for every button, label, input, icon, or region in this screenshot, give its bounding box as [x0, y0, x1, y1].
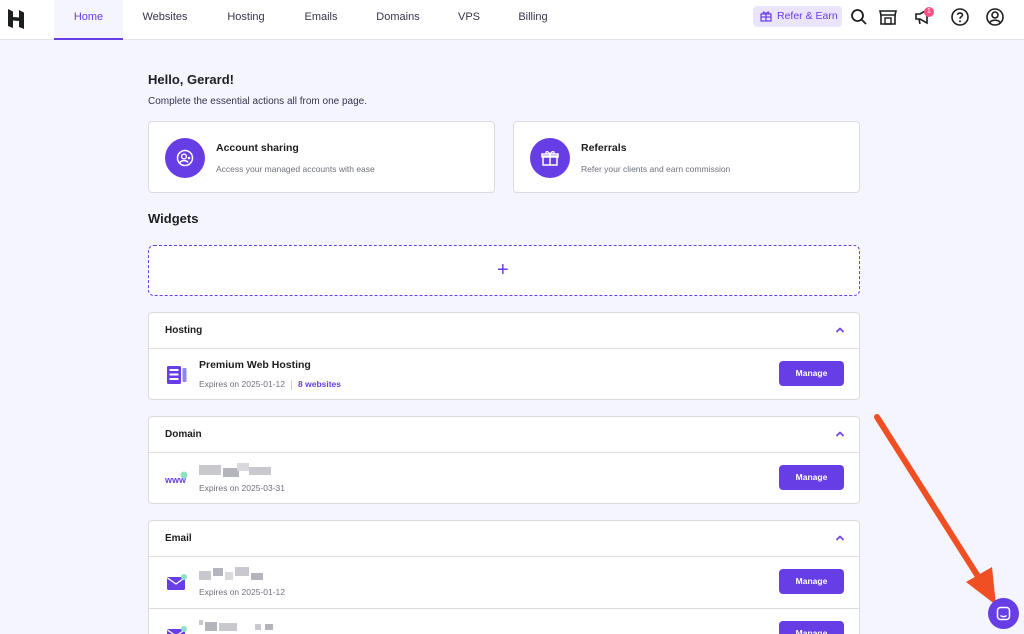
domain-expiry: Expires on 2025-03-31: [199, 483, 286, 493]
redacted-domain-name: [199, 463, 274, 477]
hosting-widget-header[interactable]: Hosting: [149, 313, 859, 349]
tab-hosting[interactable]: Hosting: [220, 0, 272, 40]
page-title: Hello, Gerard!: [148, 72, 234, 87]
annotation-arrow: [874, 414, 996, 605]
refer-and-earn-button[interactable]: Refer & Earn: [753, 6, 842, 27]
chevron-up-icon[interactable]: [835, 326, 845, 334]
hosting-widget-title: Hosting: [165, 325, 203, 336]
tab-billing[interactable]: Billing: [512, 0, 554, 40]
email-envelope-icon: [167, 574, 187, 590]
account-sharing-icon: [176, 149, 194, 167]
plus-icon: +: [497, 259, 509, 281]
email-envelope-icon: [167, 626, 187, 634]
help-icon[interactable]: [949, 6, 971, 28]
email-widget: Email Expires on 2025-01-12 Manage Manag…: [148, 520, 860, 634]
gift-icon: [541, 151, 559, 166]
tab-domains[interactable]: Domains: [369, 0, 427, 40]
email-widget-title: Email: [165, 533, 192, 544]
manage-email-button[interactable]: Manage: [779, 569, 844, 594]
page-subtitle: Complete the essential actions all from …: [148, 96, 368, 107]
top-navigation: Home Websites Hosting Emails Domains VPS…: [0, 0, 1024, 40]
email-row: Expires on 2025-01-12 Manage: [149, 557, 859, 608]
www-icon: www: [165, 471, 188, 485]
hostinger-logo[interactable]: [6, 8, 26, 30]
tab-websites[interactable]: Websites: [135, 0, 195, 40]
search-icon[interactable]: [848, 6, 870, 28]
widgets-heading: Widgets: [148, 211, 199, 226]
manage-hosting-button[interactable]: Manage: [779, 361, 844, 386]
referrals-card[interactable]: Referrals Refer your clients and earn co…: [513, 121, 860, 193]
hosting-row: Premium Web Hosting Expires on 2025-01-1…: [149, 349, 859, 400]
gift-icon: [760, 11, 772, 22]
hosting-plan-name: Premium Web Hosting: [199, 359, 311, 371]
tab-emails[interactable]: Emails: [297, 0, 345, 40]
hosting-expiry: Expires on 2025-01-12 8 websites: [199, 379, 341, 390]
chat-icon: [996, 606, 1011, 621]
chevron-up-icon[interactable]: [835, 430, 845, 438]
referrals-icon-circle: [530, 138, 570, 178]
email-row: Manage: [149, 608, 859, 634]
domain-widget-title: Domain: [165, 429, 202, 440]
redacted-email-address: [199, 619, 279, 633]
add-widget-button[interactable]: +: [148, 245, 860, 296]
account-sharing-card[interactable]: Account sharing Access your managed acco…: [148, 121, 495, 193]
domain-row: www Expires on 2025-03-31 Manage: [149, 453, 859, 504]
domain-widget-header[interactable]: Domain: [149, 417, 859, 453]
hosting-expiry-text: Expires on 2025-01-12: [199, 379, 286, 389]
refer-label: Refer & Earn: [777, 10, 838, 22]
chevron-up-icon[interactable]: [835, 534, 845, 542]
websites-count-link[interactable]: 8 websites: [298, 379, 341, 389]
redacted-email-address: [199, 567, 264, 581]
live-chat-button[interactable]: [988, 598, 1019, 629]
tab-vps[interactable]: VPS: [452, 0, 486, 40]
divider: [291, 379, 293, 390]
email-widget-header[interactable]: Email: [149, 521, 859, 557]
referrals-description: Refer your clients and earn commission: [581, 164, 731, 174]
store-icon[interactable]: [877, 6, 899, 28]
account-sharing-title: Account sharing: [216, 142, 299, 154]
referrals-title: Referrals: [581, 142, 627, 154]
tab-home[interactable]: Home: [54, 0, 123, 40]
hosting-widget: Hosting Premium Web Hosting Expires on 2…: [148, 312, 860, 400]
account-icon[interactable]: [984, 6, 1006, 28]
manage-email-button[interactable]: Manage: [779, 621, 844, 634]
hosting-server-icon: [167, 366, 187, 384]
notification-badge: 1: [924, 7, 934, 17]
domain-widget: Domain www Expires on 2025-03-31 Manage: [148, 416, 860, 504]
email-expiry: Expires on 2025-01-12: [199, 587, 286, 597]
manage-domain-button[interactable]: Manage: [779, 465, 844, 490]
account-sharing-icon-circle: [165, 138, 205, 178]
account-sharing-description: Access your managed accounts with ease: [216, 164, 375, 174]
